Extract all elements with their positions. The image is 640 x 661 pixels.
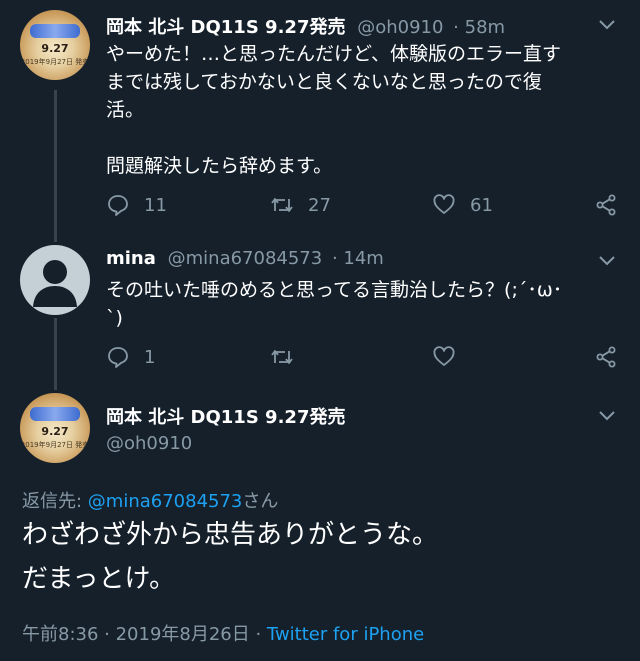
tweet-text: その吐いた唾のめると思ってる言動治したら？(;´･ω･ `)	[106, 276, 626, 332]
display-name[interactable]: mina	[106, 248, 156, 269]
thread-line-2	[54, 318, 57, 390]
like-icon	[433, 194, 455, 214]
tweet-line: だまっとけ。	[22, 564, 176, 594]
reply-icon	[108, 195, 128, 216]
reply-icon	[108, 347, 128, 368]
share-button[interactable]	[594, 345, 618, 369]
handle[interactable]: @oh0910	[106, 433, 192, 454]
tweet-line: 問題解決したら辞めます。	[106, 155, 333, 177]
avatar[interactable]: 9.27 2019年9月27日 発売	[20, 10, 90, 80]
timestamp-row: 午前8:36 · 2019年8月26日 · Twitter for iPhone	[22, 620, 424, 646]
reply-prefix: 返信先:	[22, 491, 88, 512]
source-link[interactable]: Twitter for iPhone	[267, 624, 424, 645]
like-count: 61	[470, 194, 493, 216]
thread-line-1	[54, 90, 57, 242]
reply-context: 返信先: @mina67084573さん	[22, 487, 278, 513]
reply-button[interactable]: 11	[106, 193, 167, 217]
chevron-down-icon[interactable]	[597, 250, 617, 270]
display-name[interactable]: 岡本 北斗 DQ11S 9.27発売	[106, 17, 345, 38]
chevron-down-icon[interactable]	[597, 14, 617, 34]
reply-to-link[interactable]: @mina67084573	[88, 491, 243, 512]
tweet-line: までは残しておかないと良くないなと思ったので復	[106, 71, 542, 93]
avatar[interactable]: 9.27 2019年9月27日 発売	[20, 393, 90, 463]
reply-suffix: さん	[242, 491, 279, 512]
game-logo-band	[30, 407, 80, 421]
handle[interactable]: @mina67084573	[168, 248, 323, 269]
display-name[interactable]: 岡本 北斗 DQ11S 9.27発売	[106, 403, 345, 429]
reply-count: 1	[144, 346, 156, 368]
tweet-line: 活。	[106, 99, 145, 121]
tweet-line: `)	[106, 307, 123, 329]
reply-button[interactable]: 1	[106, 345, 155, 369]
avatar-date: 9.27	[41, 42, 69, 55]
retweet-icon	[271, 198, 293, 212]
share-button[interactable]	[594, 193, 618, 217]
retweet-button[interactable]: 27	[270, 193, 331, 217]
avatar-sub-text: 2019年9月27日 発売	[20, 441, 90, 449]
tweet-line	[106, 124, 626, 152]
tweet-text: やーめた！…と思ったんだけど、体験版のエラー直す までは残しておかないと良くない…	[106, 40, 626, 180]
tweet-line: その吐いた唾のめると思ってる言動治したら？(;´･ω･	[106, 279, 563, 301]
main-tweet-text: わざわざ外から忠告ありがとうな。 だまっとけ。	[22, 513, 622, 601]
tweet-header: 岡本 北斗 DQ11S 9.27発売 @oh0910 · 58m	[106, 13, 505, 39]
game-logo-band	[30, 24, 80, 38]
share-icon	[596, 194, 616, 216]
avatar-date: 9.27	[41, 425, 69, 438]
like-icon	[433, 346, 455, 366]
retweet-icon	[271, 350, 293, 364]
avatar[interactable]	[20, 245, 90, 315]
reply-count: 11	[144, 194, 167, 216]
retweet-button[interactable]	[270, 345, 294, 369]
tweet-header: mina @mina67084573 · 14m	[106, 248, 384, 269]
timestamp[interactable]: · 58m	[453, 17, 505, 38]
chevron-down-icon[interactable]	[597, 405, 617, 425]
avatar-sub-text: 2019年9月27日 発売	[20, 58, 90, 66]
tweet-line: やーめた！…と思ったんだけど、体験版のエラー直す	[106, 43, 562, 65]
timestamp[interactable]: 午前8:36 · 2019年8月26日 ·	[22, 624, 267, 645]
like-button[interactable]: 61	[432, 193, 493, 217]
default-avatar-icon	[33, 260, 77, 307]
handle[interactable]: @oh0910	[357, 17, 443, 38]
retweet-count: 27	[308, 194, 331, 216]
like-button[interactable]	[432, 345, 456, 369]
share-icon	[596, 346, 616, 368]
tweet-line: わざわざ外から忠告ありがとうな。	[22, 520, 439, 550]
timestamp[interactable]: · 14m	[332, 248, 384, 269]
